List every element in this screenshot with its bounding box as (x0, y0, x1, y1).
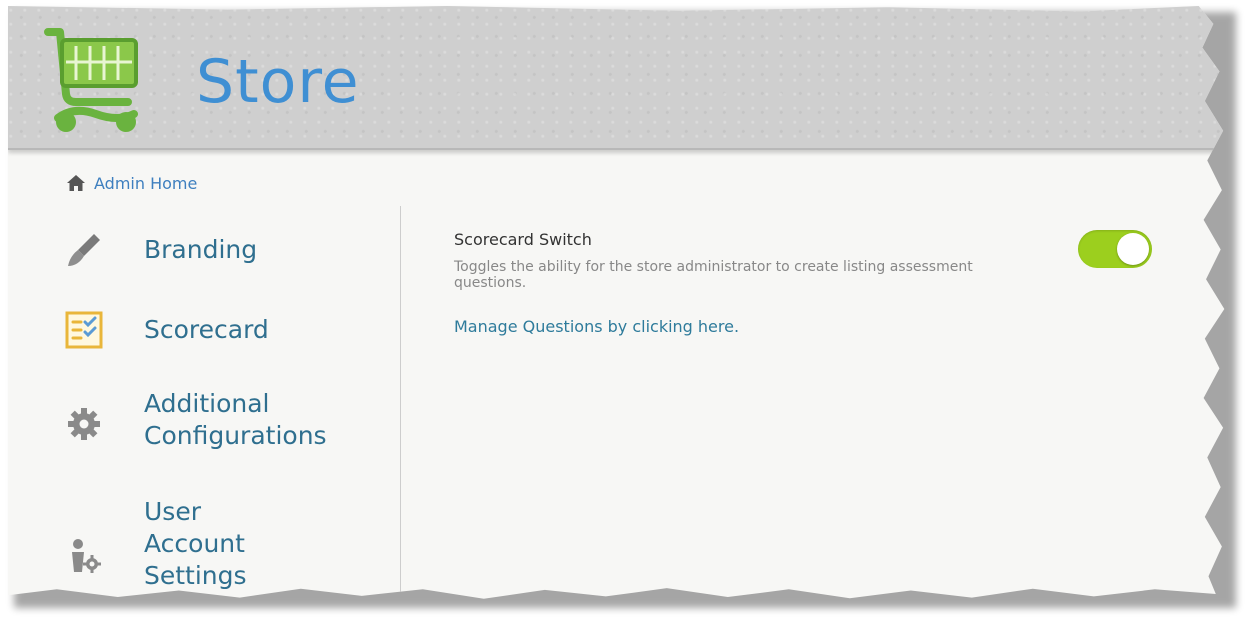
sidebar-item-additional-configurations[interactable]: Additional Configurations (8, 388, 388, 458)
sidebar-item-scorecard[interactable]: Scorecard (8, 306, 388, 358)
scorecard-switch-toggle[interactable] (1078, 230, 1152, 268)
toggle-knob (1117, 233, 1149, 265)
sidebar-item-user-account-settings[interactable]: User Account Settings (8, 496, 388, 596)
store-header: Store (8, 6, 1225, 150)
sidebar-divider (400, 206, 401, 599)
sidebar-item-label: Additional Configurations (144, 389, 327, 450)
sidebar-item-branding[interactable]: Branding (8, 226, 388, 278)
sidebar-nav: Branding Scorecard Additional Configurat… (8, 212, 400, 599)
store-admin-page: Store Admin Home Branding Scorecard Addi… (8, 6, 1225, 599)
paintbrush-icon (68, 234, 100, 266)
breadcrumb[interactable]: Admin Home (66, 172, 197, 194)
home-icon (67, 175, 85, 191)
breadcrumb-admin-home[interactable]: Admin Home (94, 174, 197, 193)
store-title: Store (196, 47, 360, 117)
user-settings-icon (72, 539, 101, 573)
checklist-icon (65, 311, 103, 349)
scorecard-switch-description: Toggles the ability for the store admini… (454, 259, 973, 291)
gear-icon (68, 408, 100, 440)
sidebar-item-label: Scorecard (144, 315, 269, 344)
manage-questions-link[interactable]: Manage Questions by clicking here. (454, 317, 1194, 336)
shopping-cart-icon[interactable] (44, 22, 146, 140)
sidebar-item-label: Branding (144, 235, 258, 264)
sidebar-item-label: User Account Settings (144, 497, 247, 590)
